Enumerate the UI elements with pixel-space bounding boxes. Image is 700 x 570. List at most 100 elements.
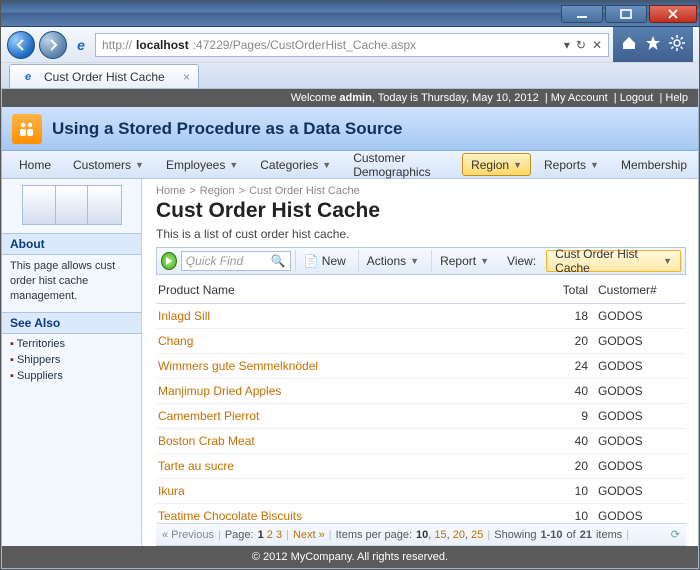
cell-product-name[interactable]: Boston Crab Meat	[156, 429, 536, 454]
address-bar[interactable]: http://localhost:47229/Pages/CustOrderHi…	[95, 33, 609, 57]
welcome-user: admin	[339, 92, 371, 104]
pager-ipp-15[interactable]: 15	[434, 529, 446, 541]
table-row[interactable]: Inlagd Sill18GODOS	[156, 304, 686, 329]
browser-window: e http://localhost:47229/Pages/CustOrder…	[0, 0, 700, 570]
page-title: Cust Order Hist Cache	[156, 199, 686, 223]
browser-tab[interactable]: e Cust Order Hist Cache ×	[9, 64, 199, 88]
help-link[interactable]: Help	[665, 92, 688, 104]
cell-product-name[interactable]: Chang	[156, 329, 536, 354]
page: Welcome admin, Today is Thursday, May 10…	[2, 89, 698, 568]
cell-product-name[interactable]: Manjimup Dried Apples	[156, 379, 536, 404]
stop-icon[interactable]: ✕	[592, 38, 602, 52]
cell-total: 24	[536, 354, 596, 379]
pager-items-suffix: items	[596, 529, 622, 541]
new-button[interactable]: 📄New	[295, 250, 354, 272]
cell-product-name[interactable]: Wimmers gute Semmelknödel	[156, 354, 536, 379]
chevron-down-icon: ▼	[410, 256, 419, 266]
col-customer[interactable]: Customer#	[596, 277, 686, 304]
breadcrumb: Home > Region > Cust Order Hist Cache	[156, 185, 686, 197]
pager-ipp-options: 10, 15, 20, 25	[416, 529, 483, 541]
menu-customers[interactable]: Customers▼	[62, 151, 155, 178]
table-row[interactable]: Camembert Pierrot9GODOS	[156, 404, 686, 429]
table-row[interactable]: Ikura10GODOS	[156, 479, 686, 504]
col-product-name[interactable]: Product Name	[156, 277, 536, 304]
report-button[interactable]: Report▼	[431, 250, 497, 272]
actions-button[interactable]: Actions▼	[358, 250, 427, 272]
forward-button[interactable]	[39, 31, 67, 59]
table-row[interactable]: Tarte au sucre20GODOS	[156, 454, 686, 479]
breadcrumb-region[interactable]: Region	[200, 185, 235, 197]
sidebar-seealso-item[interactable]: Suppliers	[8, 368, 135, 384]
cell-product-name[interactable]: Ikura	[156, 479, 536, 504]
table-row[interactable]: Chang20GODOS	[156, 329, 686, 354]
menu-region[interactable]: Region▼	[462, 153, 531, 176]
table-row[interactable]: Manjimup Dried Apples40GODOS	[156, 379, 686, 404]
sidebar-seealso-item[interactable]: Territories	[8, 336, 135, 352]
chevron-down-icon: ▼	[513, 160, 522, 170]
pager-page-label: Page:	[225, 529, 254, 541]
menu-employees[interactable]: Employees▼	[155, 151, 249, 178]
data-grid: Product Name Total Customer# Inlagd Sill…	[156, 277, 686, 523]
logout-link[interactable]: Logout	[620, 92, 654, 104]
dropdown-icon[interactable]: ▾	[564, 38, 570, 52]
chevron-down-icon: ▼	[229, 160, 238, 170]
pager-ipp-25[interactable]: 25	[471, 529, 483, 541]
sidebar-seealso-item[interactable]: Shippers	[8, 352, 135, 368]
url-path: :47229/Pages/CustOrderHist_Cache.aspx	[193, 38, 416, 52]
main-menu: Home Customers▼ Employees▼ Categories▼ C…	[2, 151, 698, 179]
refresh-icon[interactable]: ⟳	[671, 528, 680, 541]
menu-home[interactable]: Home	[8, 151, 62, 178]
welcome-date: , Today is Thursday, May 10, 2012	[372, 92, 539, 104]
search-icon[interactable]: 🔍	[271, 254, 286, 268]
cell-product-name[interactable]: Tarte au sucre	[156, 454, 536, 479]
go-button[interactable]	[161, 252, 177, 270]
close-button[interactable]	[649, 5, 697, 23]
table-row[interactable]: Wimmers gute Semmelknödel24GODOS	[156, 354, 686, 379]
welcome-prefix: Welcome	[291, 92, 340, 104]
pager-showing-prefix: Showing	[494, 529, 536, 541]
app-logo-icon	[12, 114, 42, 144]
chevron-down-icon: ▼	[135, 160, 144, 170]
cell-total: 10	[536, 479, 596, 504]
pager-page-2[interactable]: 2	[267, 529, 273, 541]
maximize-button[interactable]	[605, 5, 647, 23]
tab-title: Cust Order Hist Cache	[44, 70, 165, 84]
menu-customer-demographics[interactable]: Customer Demographics	[342, 151, 460, 178]
breadcrumb-current: Cust Order Hist Cache	[249, 185, 360, 197]
pager-total: 21	[580, 529, 592, 541]
sidebar-seealso-list: TerritoriesShippersSuppliers	[2, 334, 141, 390]
cell-product-name[interactable]: Camembert Pierrot	[156, 404, 536, 429]
favorites-icon[interactable]	[645, 35, 661, 54]
cell-product-name[interactable]: Inlagd Sill	[156, 304, 536, 329]
table-row[interactable]: Boston Crab Meat40GODOS	[156, 429, 686, 454]
col-total[interactable]: Total	[536, 277, 596, 304]
pager-previous[interactable]: « Previous	[162, 529, 214, 541]
back-button[interactable]	[7, 31, 35, 59]
tools-icon[interactable]	[669, 35, 685, 54]
cell-customer: GODOS	[596, 429, 686, 454]
window-titlebar	[1, 1, 699, 27]
refresh-icon[interactable]: ↻	[576, 38, 586, 52]
pager-next[interactable]: Next »	[293, 529, 325, 541]
quick-find-placeholder: Quick Find	[186, 254, 243, 268]
minimize-button[interactable]	[561, 5, 603, 23]
my-account-link[interactable]: My Account	[551, 92, 608, 104]
cell-product-name[interactable]: Teatime Chocolate Biscuits	[156, 504, 536, 524]
browser-action-icons	[613, 27, 693, 62]
menu-membership[interactable]: Membership	[610, 151, 698, 178]
pager-ipp-10[interactable]: 10	[416, 529, 428, 541]
breadcrumb-home[interactable]: Home	[156, 185, 185, 197]
table-row[interactable]: Teatime Chocolate Biscuits10GODOS	[156, 504, 686, 524]
tab-close-icon[interactable]: ×	[183, 70, 190, 84]
view-select[interactable]: Cust Order Hist Cache▼	[546, 250, 681, 272]
cell-total: 40	[536, 429, 596, 454]
home-icon[interactable]	[621, 35, 637, 54]
pager-page-3[interactable]: 3	[276, 529, 282, 541]
pager-page-1[interactable]: 1	[258, 529, 264, 541]
quick-find-input[interactable]: Quick Find 🔍	[181, 251, 291, 271]
cell-total: 20	[536, 329, 596, 354]
menu-reports[interactable]: Reports▼	[533, 151, 610, 178]
menu-categories[interactable]: Categories▼	[249, 151, 342, 178]
ie-icon: e	[71, 35, 91, 55]
pager-ipp-20[interactable]: 20	[453, 529, 465, 541]
